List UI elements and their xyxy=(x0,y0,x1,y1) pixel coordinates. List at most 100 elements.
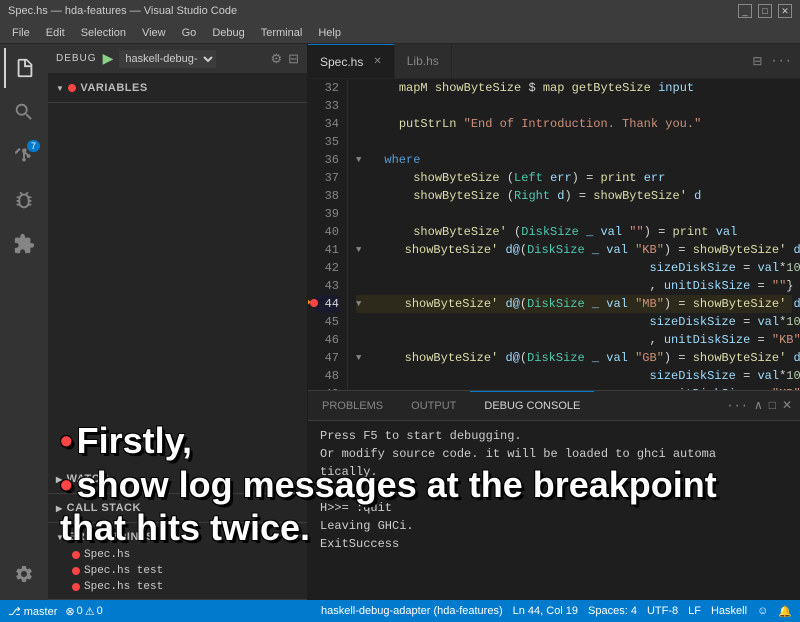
status-errors[interactable]: ⊗ 0 ⚠ 0 xyxy=(65,605,102,618)
tab-spec-hs[interactable]: Spec.hs ✕ xyxy=(308,44,395,78)
title-bar: Spec.hs — hda-features — Visual Studio C… xyxy=(0,0,800,22)
debug-layout-icon[interactable]: ⊟ xyxy=(288,51,299,67)
code-line-48: sizeDiskSize = val*1024 xyxy=(356,367,792,385)
code-editor[interactable]: 32 33 34 35 36 37 38 39 40 41 42 43 ⮕ 44 xyxy=(308,79,800,390)
menu-edit[interactable]: Edit xyxy=(38,25,73,41)
status-warning-count: 0 xyxy=(97,605,103,617)
warning-icon: ⚠ xyxy=(85,605,95,618)
call-stack-panel: ▶ CALL STACK xyxy=(48,494,307,523)
more-actions-icon[interactable]: ··· xyxy=(770,54,792,68)
status-debug-adapter[interactable]: haskell-debug-adapter (hda-features) xyxy=(321,605,503,617)
terminal-line-6: Leaving GHCi. xyxy=(320,517,788,535)
panel-tab-debug-console[interactable]: DEBUG CONSOLE xyxy=(470,391,594,420)
panel-maximize-icon[interactable]: □ xyxy=(769,399,776,413)
close-button[interactable]: ✕ xyxy=(778,4,792,18)
variables-label: VARIABLES xyxy=(80,82,147,94)
variables-dot xyxy=(68,84,76,92)
activity-settings[interactable] xyxy=(4,554,44,594)
watch-label: WATCH xyxy=(67,473,109,485)
status-language[interactable]: Haskell xyxy=(711,605,747,617)
menu-go[interactable]: Go xyxy=(174,25,205,41)
line-36: 36 xyxy=(316,151,339,169)
debug-config-select[interactable]: haskell-debug- xyxy=(119,50,216,68)
code-line-46: , unitDiskSize = "KB"} xyxy=(356,331,792,349)
main-layout: 7 DEBUG ▶ haskell-debug- ⚙ ⊟ ▼ xyxy=(0,44,800,600)
debug-toolbar: DEBUG ▶ haskell-debug- ⚙ ⊟ xyxy=(48,44,307,74)
debug-play-button[interactable]: ▶ xyxy=(103,50,114,67)
line-45: 45 xyxy=(316,313,339,331)
activity-search[interactable] xyxy=(4,92,44,132)
variables-header[interactable]: ▼ VARIABLES xyxy=(56,78,299,98)
bp-dot-1 xyxy=(72,551,80,559)
breakpoint-item-3[interactable]: Spec.hs test xyxy=(56,579,299,595)
watch-header[interactable]: ▶ WATCH xyxy=(56,469,299,489)
debug-label: DEBUG xyxy=(56,53,97,64)
status-line-ending[interactable]: LF xyxy=(688,605,701,617)
window-controls[interactable]: _ □ ✕ xyxy=(738,4,792,18)
activity-bar: 7 xyxy=(0,44,48,600)
code-line-38: showByteSize (Right d) = showByteSize' d xyxy=(356,187,792,205)
tab-lib-hs-label: Lib.hs xyxy=(407,54,439,68)
error-icon: ⊗ xyxy=(65,605,74,618)
status-spaces[interactable]: Spaces: 4 xyxy=(588,605,637,617)
status-smiley[interactable]: ☺ xyxy=(757,605,768,617)
title-text: Spec.hs — hda-features — Visual Studio C… xyxy=(8,5,237,17)
code-line-49: , unitDiskSize = "MB"} xyxy=(356,385,792,390)
panel-tabs: PROBLEMS OUTPUT DEBUG CONSOLE ··· ∧ □ ✕ xyxy=(308,391,800,421)
breakpoint-item-2[interactable]: Spec.hs test xyxy=(56,563,299,579)
panel-tab-problems[interactable]: PROBLEMS xyxy=(308,391,397,420)
call-stack-header[interactable]: ▶ CALL STACK xyxy=(56,498,299,518)
code-lines: mapM showByteSize $ map getByteSize inpu… xyxy=(348,79,800,390)
minimize-button[interactable]: _ xyxy=(738,4,752,18)
status-left: ⎇ master ⊗ 0 ⚠ 0 xyxy=(8,605,103,618)
panel-menu-icon[interactable]: ··· xyxy=(726,399,748,413)
panel-tab-output[interactable]: OUTPUT xyxy=(397,391,470,420)
debug-settings-icon[interactable]: ⚙ xyxy=(270,51,282,67)
menu-help[interactable]: Help xyxy=(310,25,349,41)
menu-file[interactable]: File xyxy=(4,25,38,41)
status-bell[interactable]: 🔔 xyxy=(778,605,792,618)
call-stack-label: CALL STACK xyxy=(67,502,141,514)
status-position[interactable]: Ln 44, Col 19 xyxy=(513,605,578,617)
tab-spec-hs-close[interactable]: ✕ xyxy=(373,56,381,67)
menu-view[interactable]: View xyxy=(134,25,174,41)
line-39: 39 xyxy=(316,205,339,223)
line-41: 41 xyxy=(316,241,339,259)
bp-label-2: Spec.hs test xyxy=(84,565,163,577)
activity-files[interactable] xyxy=(4,48,44,88)
breakpoint-item-1[interactable]: Spec.hs xyxy=(56,547,299,563)
code-line-34: putStrLn "End of Introduction. Thank you… xyxy=(356,115,792,133)
variables-content xyxy=(48,103,307,465)
activity-debug[interactable] xyxy=(4,180,44,220)
breakpoints-header[interactable]: ▼ BREAKPOINTS xyxy=(56,527,299,547)
code-content: 32 33 34 35 36 37 38 39 40 41 42 43 ⮕ 44 xyxy=(308,79,800,390)
line-38: 38 xyxy=(316,187,339,205)
code-line-37: showByteSize (Left err) = print err xyxy=(356,169,792,187)
maximize-button[interactable]: □ xyxy=(758,4,772,18)
activity-git[interactable]: 7 xyxy=(4,136,44,176)
bp-dot-2 xyxy=(72,567,80,575)
menu-bar: File Edit Selection View Go Debug Termin… xyxy=(0,22,800,44)
panel-icons: ··· ∧ □ ✕ xyxy=(718,398,800,413)
tab-spacer xyxy=(452,44,745,78)
terminal-line-1: Press F5 to start debugging. xyxy=(320,427,788,445)
code-line-42: sizeDiskSize = val*1024 xyxy=(356,259,792,277)
line-33: 33 xyxy=(316,97,339,115)
panel-close-icon[interactable]: ✕ xyxy=(782,398,792,413)
status-git[interactable]: ⎇ master xyxy=(8,605,57,618)
terminal-line-7: ExitSuccess xyxy=(320,535,788,553)
panel-up-icon[interactable]: ∧ xyxy=(754,398,763,413)
tab-lib-hs[interactable]: Lib.hs xyxy=(395,44,452,78)
variables-panel: ▼ VARIABLES xyxy=(48,74,307,103)
bottom-panel: PROBLEMS OUTPUT DEBUG CONSOLE ··· ∧ □ ✕ … xyxy=(308,390,800,600)
menu-debug[interactable]: Debug xyxy=(204,25,252,41)
split-editor-icon[interactable]: ⊟ xyxy=(752,54,762,69)
line-32: 32 xyxy=(316,79,339,97)
menu-selection[interactable]: Selection xyxy=(73,25,134,41)
activity-extensions[interactable] xyxy=(4,224,44,264)
status-encoding[interactable]: UTF-8 xyxy=(647,605,678,617)
code-line-39 xyxy=(356,205,792,223)
watch-triangle: ▶ xyxy=(56,475,63,484)
menu-terminal[interactable]: Terminal xyxy=(253,25,311,41)
line-numbers: 32 33 34 35 36 37 38 39 40 41 42 43 ⮕ 44 xyxy=(308,79,348,390)
